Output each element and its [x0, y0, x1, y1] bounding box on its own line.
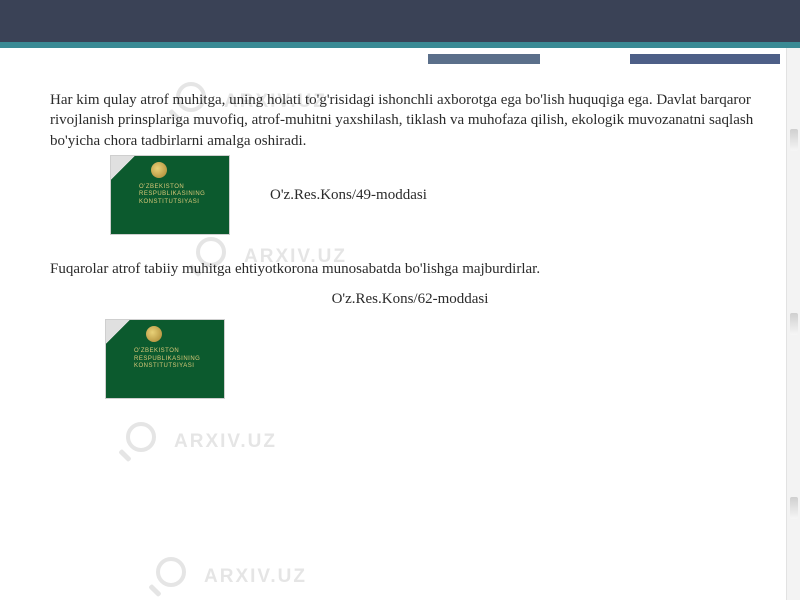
book-line3: KONSTITUTSIYASI [134, 363, 194, 369]
constitution-book-image: O'ZBEKISTON RESPUBLIKASINING KONSTITUTSI… [110, 155, 230, 235]
side-tick [790, 313, 798, 335]
citation-2-wrap: O'z.Res.Kons/62-moddasi [50, 289, 770, 309]
accent-bar-center [260, 54, 540, 64]
book-emblem-icon [151, 162, 167, 178]
citation-1: O'z.Res.Kons/49-moddasi [270, 185, 427, 205]
citation-2: O'z.Res.Kons/62-moddasi [332, 291, 489, 307]
book-line1: O'ZBEKISTON [134, 348, 179, 354]
side-tick [790, 497, 798, 519]
watermark-text: ARXIV.UZ [204, 566, 307, 588]
book-and-cite-row: O'ZBEKISTON RESPUBLIKASINING KONSTITUTSI… [110, 155, 770, 235]
book-cover-text: O'ZBEKISTON RESPUBLIKASINING KONSTITUTSI… [134, 348, 200, 371]
book-emblem-icon [146, 326, 162, 342]
side-decor [786, 48, 800, 600]
slide-header [0, 0, 800, 48]
book-line1: O'ZBEKISTON [139, 184, 184, 190]
watermark: ARXIV.UZ [120, 420, 330, 464]
book-cover-text: O'ZBEKISTON RESPUBLIKASINING KONSTITUTSI… [139, 184, 205, 207]
magnifier-icon [120, 420, 164, 464]
slide-content: Har kim qulay atrof muhitga, uning holat… [50, 90, 770, 399]
accent-bar-right [630, 54, 780, 64]
magnifier-icon [150, 555, 194, 599]
watermark-text: ARXIV.UZ [174, 431, 277, 453]
constitution-book-image: O'ZBEKISTON RESPUBLIKASINING KONSTITUTSI… [105, 319, 225, 399]
side-tick [790, 129, 798, 151]
paragraph-1: Har kim qulay atrof muhitga, uning holat… [50, 90, 770, 151]
book-line2: RESPUBLIKASINING [134, 356, 200, 362]
paragraph-2: Fuqarolar atrof tabiiy muhitga ehtiyotko… [50, 259, 770, 279]
book-line3: KONSTITUTSIYASI [139, 199, 199, 205]
book-line2: RESPUBLIKASINING [139, 191, 205, 197]
header-underline [0, 42, 800, 48]
book-row-2: O'ZBEKISTON RESPUBLIKASINING KONSTITUTSI… [105, 319, 770, 399]
watermark: ARXIV.UZ [150, 555, 360, 599]
